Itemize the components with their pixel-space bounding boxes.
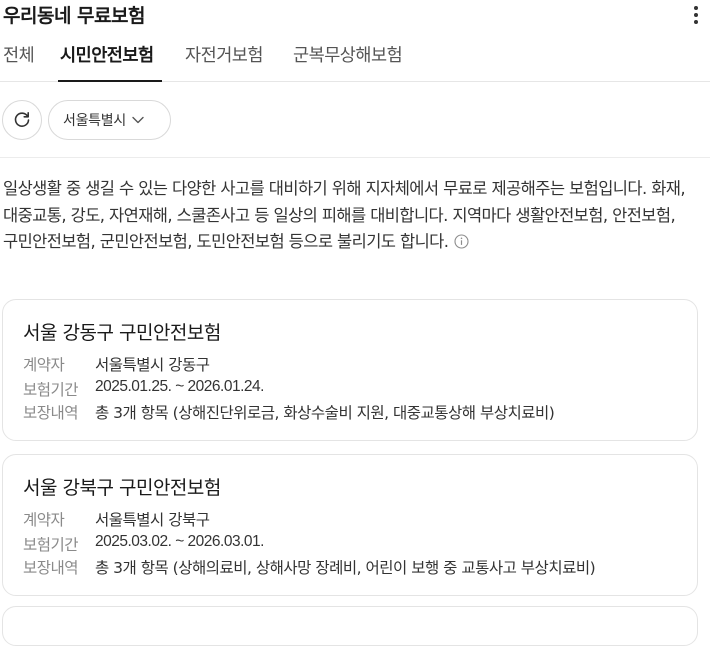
insurance-card-partial[interactable] [2, 606, 698, 646]
app-header: 우리동네 무료보험 [0, 0, 710, 30]
period-row: 보험기간 2025.01.25. ~ 2026.01.24. [23, 378, 264, 400]
coverage-row: 보장내역 총 3개 항목 (상해의료비, 상해사망 장례비, 어린이 보행 중 … [23, 556, 596, 578]
coverage-label: 보장내역 [23, 404, 79, 422]
refresh-button[interactable] [2, 100, 42, 140]
more-options-icon[interactable] [686, 4, 706, 26]
insurance-card[interactable]: 서울 강동구 구민안전보험 계약자 서울특별시 강동구 보험기간 2025.01… [2, 299, 698, 441]
page-title: 우리동네 무료보험 [3, 5, 145, 27]
filter-bar: 서울특별시 [0, 100, 710, 158]
tab-bicycle-insurance[interactable]: 자전거보험 [185, 42, 264, 67]
insurance-card[interactable]: 서울 강북구 구민안전보험 계약자 서울특별시 강북구 보험기간 2025.03… [2, 454, 698, 596]
coverage-row: 보장내역 총 3개 항목 (상해진단위로금, 화상수술비 지원, 대중교통상해 … [23, 401, 555, 423]
contractor-row: 계약자 서울특별시 강북구 [23, 508, 210, 530]
tab-citizen-safety-insurance[interactable]: 시민안전보험 [60, 42, 154, 67]
card-title: 서울 강북구 구민안전보험 [23, 477, 221, 499]
contractor-value: 서울특별시 강동구 [95, 356, 210, 374]
coverage-value: 총 3개 항목 (상해의료비, 상해사망 장례비, 어린이 보행 중 교통사고 … [95, 559, 596, 577]
tab-all[interactable]: 전체 [3, 42, 35, 67]
contractor-label: 계약자 [23, 511, 65, 529]
tab-bar: 전체 시민안전보험 자전거보험 군복무상해보험 [0, 38, 710, 82]
region-select[interactable]: 서울특별시 [48, 100, 171, 140]
refresh-icon [14, 112, 30, 127]
period-label: 보험기간 [23, 381, 79, 399]
card-title: 서울 강동구 구민안전보험 [23, 322, 221, 344]
period-value: 2025.03.02. ~ 2026.03.01. [95, 533, 264, 550]
period-row: 보험기간 2025.03.02. ~ 2026.03.01. [23, 533, 264, 555]
contractor-label: 계약자 [23, 356, 65, 374]
contractor-row: 계약자 서울특별시 강동구 [23, 353, 210, 375]
coverage-label: 보장내역 [23, 559, 79, 577]
period-value: 2025.01.25. ~ 2026.01.24. [95, 378, 264, 395]
contractor-value: 서울특별시 강북구 [95, 511, 210, 529]
period-label: 보험기간 [23, 536, 79, 554]
description-text: 일상생활 중 생길 수 있는 다양한 사고를 대비하기 위해 지자체에서 무료로… [3, 179, 686, 251]
region-select-label: 서울특별시 [63, 113, 126, 129]
tab-military-injury-insurance[interactable]: 군복무상해보험 [293, 42, 403, 67]
info-icon[interactable] [454, 234, 469, 249]
active-tab-indicator [58, 80, 162, 82]
coverage-value: 총 3개 항목 (상해진단위로금, 화상수술비 지원, 대중교통상해 부상치료비… [95, 404, 555, 422]
chevron-down-icon [132, 116, 144, 124]
insurance-description: 일상생활 중 생길 수 있는 다양한 사고를 대비하기 위해 지자체에서 무료로… [3, 176, 703, 256]
